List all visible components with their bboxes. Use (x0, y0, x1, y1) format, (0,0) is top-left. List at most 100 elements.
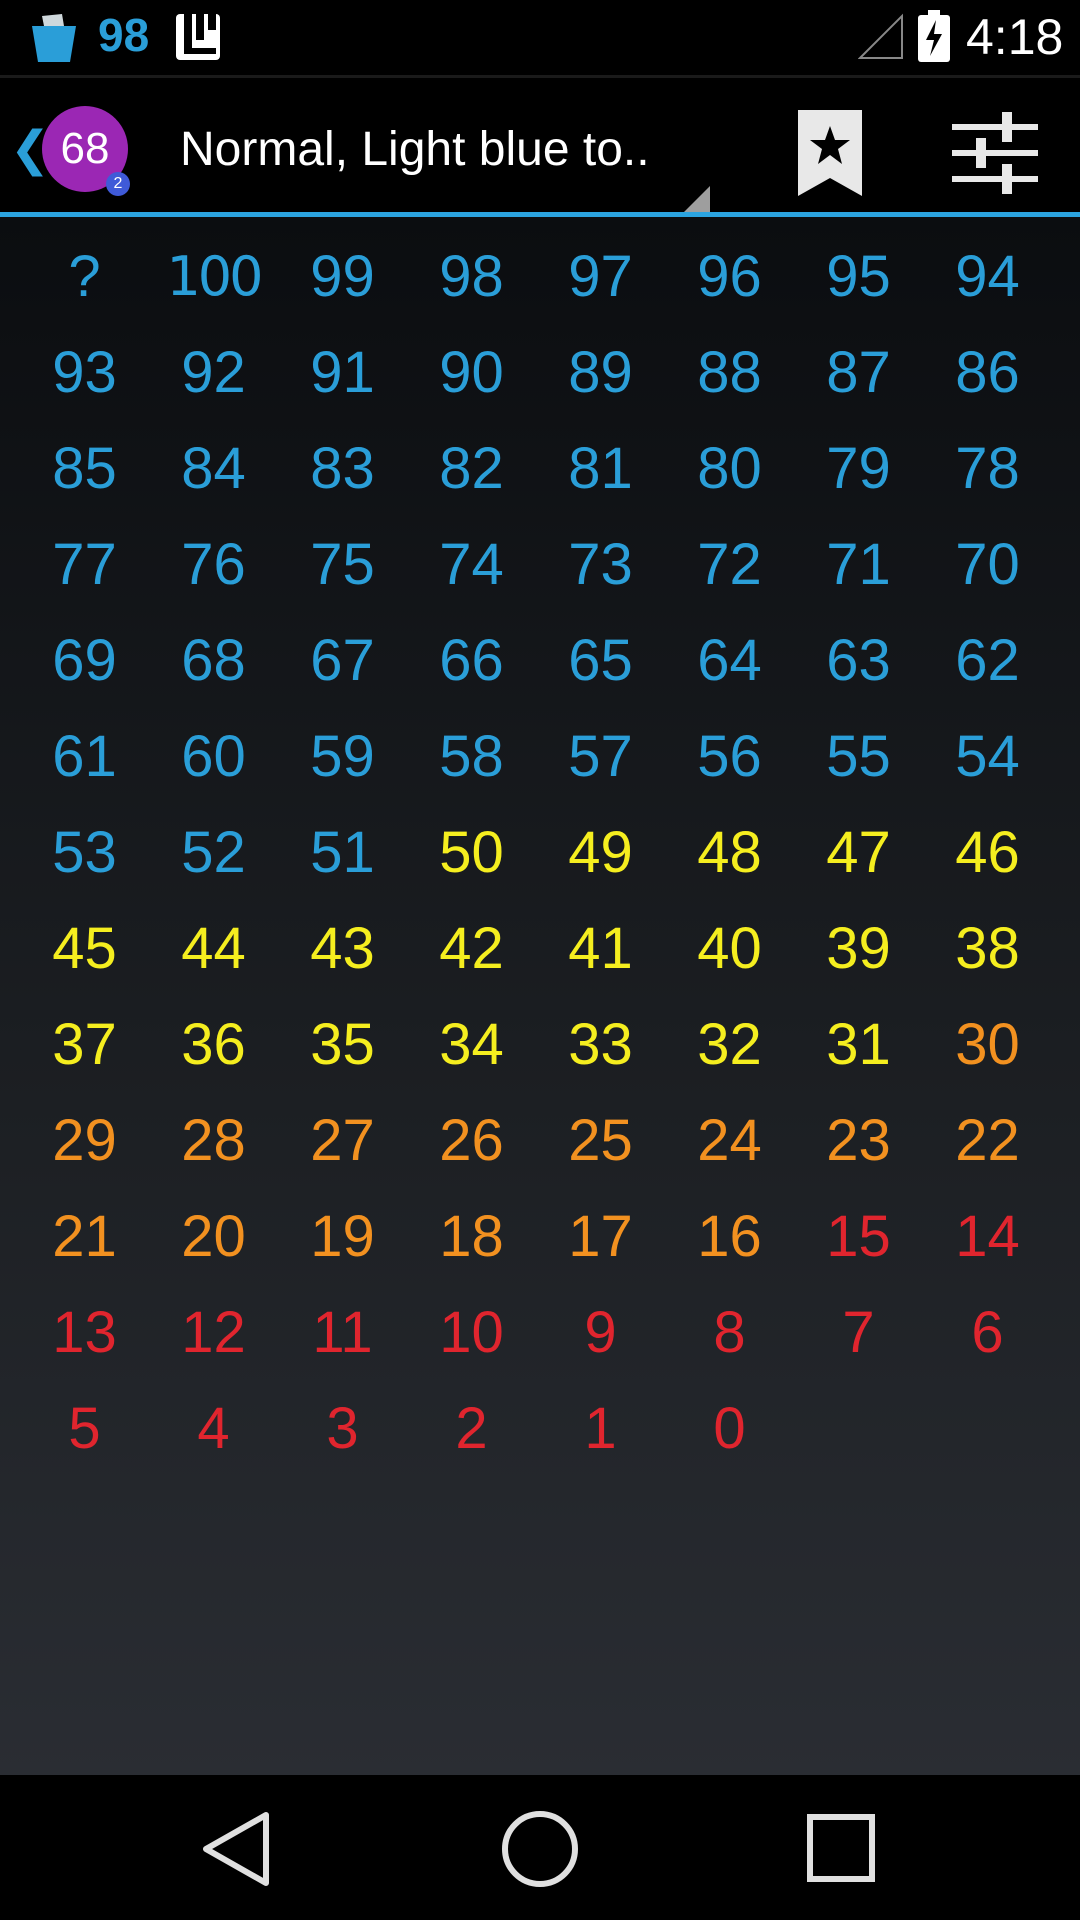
grid-cell[interactable]: 40 (665, 901, 794, 997)
grid-cell[interactable]: 30 (923, 997, 1052, 1093)
grid-cell[interactable]: 46 (923, 805, 1052, 901)
grid-cell[interactable]: 1 (536, 1381, 665, 1477)
grid-cell[interactable]: 33 (536, 997, 665, 1093)
grid-cell[interactable]: 15 (794, 1189, 923, 1285)
grid-cell[interactable]: 37 (20, 997, 149, 1093)
grid-cell[interactable]: 60 (149, 709, 278, 805)
grid-cell[interactable]: 20 (149, 1189, 278, 1285)
grid-cell[interactable]: 28 (149, 1093, 278, 1189)
grid-cell[interactable]: 96 (665, 229, 794, 325)
grid-cell[interactable]: 50 (407, 805, 536, 901)
grid-cell[interactable]: 78 (923, 421, 1052, 517)
back-triangle-icon[interactable] (200, 1809, 272, 1889)
grid-cell[interactable]: 91 (278, 325, 407, 421)
grid-cell[interactable]: 64 (665, 613, 794, 709)
grid-cell[interactable]: 63 (794, 613, 923, 709)
grid-cell[interactable]: 23 (794, 1093, 923, 1189)
grid-cell[interactable]: 10 (407, 1285, 536, 1381)
grid-cell[interactable]: 36 (149, 997, 278, 1093)
grid-cell[interactable]: 13 (20, 1285, 149, 1381)
grid-cell[interactable]: 44 (149, 901, 278, 997)
grid-cell[interactable]: 90 (407, 325, 536, 421)
grid-cell[interactable]: 6 (923, 1285, 1052, 1381)
grid-cell[interactable]: 32 (665, 997, 794, 1093)
grid-cell[interactable]: 38 (923, 901, 1052, 997)
grid-cell[interactable]: 27 (278, 1093, 407, 1189)
grid-cell[interactable]: 82 (407, 421, 536, 517)
grid-cell[interactable]: 45 (20, 901, 149, 997)
grid-cell[interactable]: 11 (278, 1285, 407, 1381)
recent-apps-square-icon[interactable] (806, 1813, 876, 1883)
grid-cell[interactable]: 94 (923, 229, 1052, 325)
grid-cell[interactable]: 57 (536, 709, 665, 805)
grid-cell[interactable]: 16 (665, 1189, 794, 1285)
grid-cell[interactable]: 69 (20, 613, 149, 709)
grid-cell[interactable]: 89 (536, 325, 665, 421)
grid-cell[interactable]: 43 (278, 901, 407, 997)
grid-cell[interactable]: 86 (923, 325, 1052, 421)
bookmark-star-icon[interactable] (790, 108, 870, 198)
color-scheme-spinner[interactable]: Normal, Light blue to.. (180, 98, 710, 226)
grid-cell[interactable]: 17 (536, 1189, 665, 1285)
grid-cell[interactable]: 66 (407, 613, 536, 709)
grid-cell[interactable]: 79 (794, 421, 923, 517)
grid-cell[interactable]: 74 (407, 517, 536, 613)
grid-cell[interactable]: 25 (536, 1093, 665, 1189)
grid-cell[interactable]: 35 (278, 997, 407, 1093)
grid-cell[interactable]: 77 (20, 517, 149, 613)
grid-cell[interactable]: 85 (20, 421, 149, 517)
grid-cell[interactable]: 93 (20, 325, 149, 421)
grid-cell[interactable]: 21 (20, 1189, 149, 1285)
grid-cell[interactable]: 49 (536, 805, 665, 901)
grid-cell[interactable]: 56 (665, 709, 794, 805)
grid-cell[interactable]: 26 (407, 1093, 536, 1189)
grid-cell[interactable]: 72 (665, 517, 794, 613)
grid-cell[interactable]: 4 (149, 1381, 278, 1477)
grid-cell[interactable]: 97 (536, 229, 665, 325)
grid-cell[interactable]: 58 (407, 709, 536, 805)
grid-cell[interactable]: 24 (665, 1093, 794, 1189)
grid-cell[interactable]: 59 (278, 709, 407, 805)
grid-cell[interactable]: 48 (665, 805, 794, 901)
grid-cell[interactable]: 3 (278, 1381, 407, 1477)
grid-cell[interactable]: 81 (536, 421, 665, 517)
grid-cell[interactable]: 95 (794, 229, 923, 325)
grid-cell[interactable]: 76 (149, 517, 278, 613)
grid-cell[interactable]: 42 (407, 901, 536, 997)
grid-cell[interactable]: 34 (407, 997, 536, 1093)
grid-cell[interactable]: 0 (665, 1381, 794, 1477)
grid-cell[interactable]: 84 (149, 421, 278, 517)
grid-cell[interactable]: 5 (20, 1381, 149, 1477)
grid-cell[interactable]: 12 (149, 1285, 278, 1381)
grid-cell[interactable]: 67 (278, 613, 407, 709)
grid-cell[interactable]: 83 (278, 421, 407, 517)
grid-cell[interactable]: ? (20, 229, 149, 325)
grid-cell[interactable]: 70 (923, 517, 1052, 613)
grid-cell[interactable]: 14 (923, 1189, 1052, 1285)
grid-cell[interactable]: 52 (149, 805, 278, 901)
grid-cell[interactable]: 100 (149, 229, 278, 325)
grid-cell[interactable]: 39 (794, 901, 923, 997)
grid-cell[interactable]: 71 (794, 517, 923, 613)
grid-cell[interactable]: 92 (149, 325, 278, 421)
grid-cell[interactable]: 51 (278, 805, 407, 901)
grid-cell[interactable]: 61 (20, 709, 149, 805)
grid-cell[interactable]: 98 (407, 229, 536, 325)
settings-sliders-icon[interactable] (950, 108, 1040, 198)
grid-cell[interactable]: 19 (278, 1189, 407, 1285)
grid-cell[interactable]: 53 (20, 805, 149, 901)
grid-cell[interactable]: 8 (665, 1285, 794, 1381)
grid-cell[interactable]: 31 (794, 997, 923, 1093)
grid-cell[interactable]: 9 (536, 1285, 665, 1381)
grid-cell[interactable]: 65 (536, 613, 665, 709)
grid-cell[interactable]: 2 (407, 1381, 536, 1477)
home-circle-icon[interactable] (500, 1809, 580, 1889)
grid-cell[interactable]: 99 (278, 229, 407, 325)
grid-cell[interactable]: 41 (536, 901, 665, 997)
grid-cell[interactable]: 88 (665, 325, 794, 421)
grid-cell[interactable]: 68 (149, 613, 278, 709)
grid-cell[interactable]: 80 (665, 421, 794, 517)
grid-cell[interactable]: 47 (794, 805, 923, 901)
grid-cell[interactable]: 54 (923, 709, 1052, 805)
grid-cell[interactable]: 18 (407, 1189, 536, 1285)
